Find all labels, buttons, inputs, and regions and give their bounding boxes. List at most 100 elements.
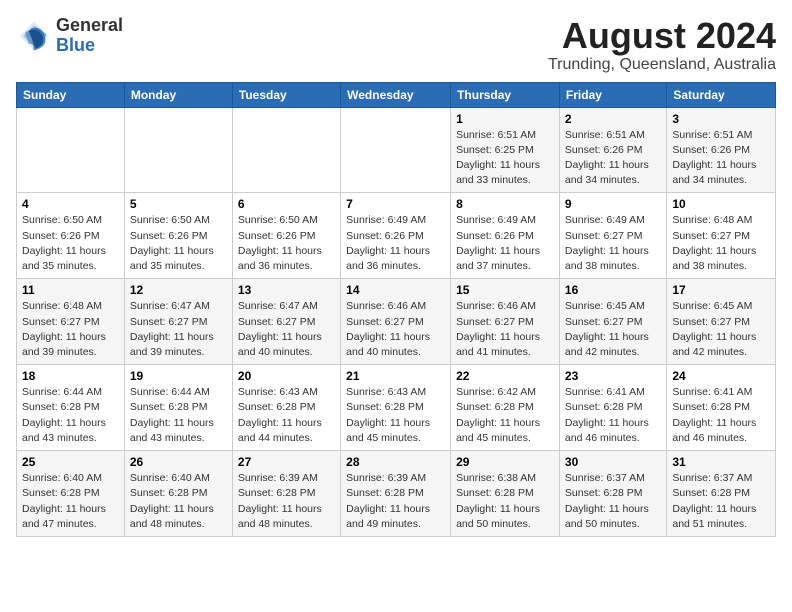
day-number: 7	[346, 197, 445, 211]
day-number: 27	[238, 455, 335, 469]
day-info: Sunrise: 6:51 AM Sunset: 6:26 PM Dayligh…	[565, 128, 661, 189]
calendar-table: SundayMondayTuesdayWednesdayThursdayFrid…	[16, 82, 776, 537]
day-number: 2	[565, 112, 661, 126]
day-info: Sunrise: 6:40 AM Sunset: 6:28 PM Dayligh…	[22, 471, 119, 532]
calendar-cell: 23Sunrise: 6:41 AM Sunset: 6:28 PM Dayli…	[559, 365, 666, 451]
calendar-cell: 12Sunrise: 6:47 AM Sunset: 6:27 PM Dayli…	[124, 279, 232, 365]
calendar-cell: 9 Sunrise: 6:49 AM Sunset: 6:27 PM Daylig…	[559, 193, 666, 279]
day-info: Sunrise: 6:51 AM Sunset: 6:25 PM Dayligh…	[456, 128, 554, 189]
weekday-header-monday: Monday	[124, 82, 232, 107]
day-info: Sunrise: 6:49 AM Sunset: 6:27 PM Dayligh…	[565, 213, 661, 274]
day-info: Sunrise: 6:50 AM Sunset: 6:26 PM Dayligh…	[22, 213, 119, 274]
day-number: 3	[672, 112, 770, 126]
day-info: Sunrise: 6:48 AM Sunset: 6:27 PM Dayligh…	[672, 213, 770, 274]
day-number: 26	[130, 455, 227, 469]
calendar-week-row: 25 Sunrise: 6:40 AM Sunset: 6:28 PM Dayli…	[17, 451, 776, 537]
weekday-header-saturday: Saturday	[667, 82, 776, 107]
calendar-cell: 29 Sunrise: 6:38 AM Sunset: 6:28 PM Dayli…	[451, 451, 560, 537]
calendar-cell	[17, 107, 125, 193]
day-number: 17	[672, 283, 770, 297]
calendar-week-row: 4Sunrise: 6:50 AM Sunset: 6:26 PM Daylig…	[17, 193, 776, 279]
day-number: 31	[672, 455, 770, 469]
logo-icon	[16, 18, 52, 54]
calendar-cell	[124, 107, 232, 193]
calendar-cell	[232, 107, 340, 193]
logo-blue: Blue	[56, 35, 95, 55]
day-number: 15	[456, 283, 554, 297]
day-number: 18	[22, 369, 119, 383]
weekday-header-tuesday: Tuesday	[232, 82, 340, 107]
calendar-week-row: 1 Sunrise: 6:51 AM Sunset: 6:25 PM Daylig…	[17, 107, 776, 193]
day-number: 8	[456, 197, 554, 211]
weekday-header-wednesday: Wednesday	[341, 82, 451, 107]
page-header: General Blue August 2024 Trunding, Queen…	[16, 16, 776, 74]
weekday-header-thursday: Thursday	[451, 82, 560, 107]
day-number: 24	[672, 369, 770, 383]
day-number: 9	[565, 197, 661, 211]
calendar-cell: 2 Sunrise: 6:51 AM Sunset: 6:26 PM Daylig…	[559, 107, 666, 193]
day-info: Sunrise: 6:39 AM Sunset: 6:28 PM Dayligh…	[238, 471, 335, 532]
calendar-cell: 6Sunrise: 6:50 AM Sunset: 6:26 PM Daylig…	[232, 193, 340, 279]
day-number: 14	[346, 283, 445, 297]
day-info: Sunrise: 6:42 AM Sunset: 6:28 PM Dayligh…	[456, 385, 554, 446]
calendar-cell: 4Sunrise: 6:50 AM Sunset: 6:26 PM Daylig…	[17, 193, 125, 279]
title-block: August 2024 Trunding, Queensland, Austra…	[548, 16, 776, 74]
day-info: Sunrise: 6:41 AM Sunset: 6:28 PM Dayligh…	[565, 385, 661, 446]
day-info: Sunrise: 6:50 AM Sunset: 6:26 PM Dayligh…	[130, 213, 227, 274]
day-info: Sunrise: 6:49 AM Sunset: 6:26 PM Dayligh…	[456, 213, 554, 274]
day-info: Sunrise: 6:45 AM Sunset: 6:27 PM Dayligh…	[565, 299, 661, 360]
calendar-cell: 27 Sunrise: 6:39 AM Sunset: 6:28 PM Dayli…	[232, 451, 340, 537]
calendar-cell: 5 Sunrise: 6:50 AM Sunset: 6:26 PM Daylig…	[124, 193, 232, 279]
calendar-cell: 14 Sunrise: 6:46 AM Sunset: 6:27 PM Dayli…	[341, 279, 451, 365]
calendar-cell: 25 Sunrise: 6:40 AM Sunset: 6:28 PM Dayli…	[17, 451, 125, 537]
day-number: 5	[130, 197, 227, 211]
month-title: August 2024	[548, 16, 776, 56]
calendar-week-row: 11Sunrise: 6:48 AM Sunset: 6:27 PM Dayli…	[17, 279, 776, 365]
calendar-cell: 30 Sunrise: 6:37 AM Sunset: 6:28 PM Dayli…	[559, 451, 666, 537]
day-number: 10	[672, 197, 770, 211]
day-number: 19	[130, 369, 227, 383]
day-info: Sunrise: 6:49 AM Sunset: 6:26 PM Dayligh…	[346, 213, 445, 274]
day-number: 29	[456, 455, 554, 469]
day-number: 1	[456, 112, 554, 126]
day-number: 13	[238, 283, 335, 297]
day-info: Sunrise: 6:51 AM Sunset: 6:26 PM Dayligh…	[672, 128, 770, 189]
day-number: 21	[346, 369, 445, 383]
day-info: Sunrise: 6:46 AM Sunset: 6:27 PM Dayligh…	[346, 299, 445, 360]
day-number: 16	[565, 283, 661, 297]
day-number: 20	[238, 369, 335, 383]
logo: General Blue	[16, 16, 123, 56]
day-number: 6	[238, 197, 335, 211]
day-info: Sunrise: 6:47 AM Sunset: 6:27 PM Dayligh…	[130, 299, 227, 360]
day-number: 25	[22, 455, 119, 469]
calendar-cell: 19Sunrise: 6:44 AM Sunset: 6:28 PM Dayli…	[124, 365, 232, 451]
day-info: Sunrise: 6:41 AM Sunset: 6:28 PM Dayligh…	[672, 385, 770, 446]
weekday-header-row: SundayMondayTuesdayWednesdayThursdayFrid…	[17, 82, 776, 107]
calendar-week-row: 18 Sunrise: 6:44 AM Sunset: 6:28 PM Dayli…	[17, 365, 776, 451]
day-info: Sunrise: 6:48 AM Sunset: 6:27 PM Dayligh…	[22, 299, 119, 360]
calendar-cell: 24 Sunrise: 6:41 AM Sunset: 6:28 PM Dayli…	[667, 365, 776, 451]
day-number: 30	[565, 455, 661, 469]
calendar-cell: 17 Sunrise: 6:45 AM Sunset: 6:27 PM Dayli…	[667, 279, 776, 365]
day-info: Sunrise: 6:45 AM Sunset: 6:27 PM Dayligh…	[672, 299, 770, 360]
calendar-cell: 28 Sunrise: 6:39 AM Sunset: 6:28 PM Dayli…	[341, 451, 451, 537]
calendar-cell: 11Sunrise: 6:48 AM Sunset: 6:27 PM Dayli…	[17, 279, 125, 365]
day-info: Sunrise: 6:44 AM Sunset: 6:28 PM Dayligh…	[22, 385, 119, 446]
weekday-header-sunday: Sunday	[17, 82, 125, 107]
day-info: Sunrise: 6:37 AM Sunset: 6:28 PM Dayligh…	[672, 471, 770, 532]
day-info: Sunrise: 6:37 AM Sunset: 6:28 PM Dayligh…	[565, 471, 661, 532]
calendar-cell: 26 Sunrise: 6:40 AM Sunset: 6:28 PM Dayli…	[124, 451, 232, 537]
calendar-cell: 7 Sunrise: 6:49 AM Sunset: 6:26 PM Daylig…	[341, 193, 451, 279]
calendar-cell: 10 Sunrise: 6:48 AM Sunset: 6:27 PM Dayli…	[667, 193, 776, 279]
day-info: Sunrise: 6:39 AM Sunset: 6:28 PM Dayligh…	[346, 471, 445, 532]
calendar-cell: 16 Sunrise: 6:45 AM Sunset: 6:27 PM Dayli…	[559, 279, 666, 365]
calendar-cell: 13Sunrise: 6:47 AM Sunset: 6:27 PM Dayli…	[232, 279, 340, 365]
day-number: 28	[346, 455, 445, 469]
day-number: 22	[456, 369, 554, 383]
day-info: Sunrise: 6:40 AM Sunset: 6:28 PM Dayligh…	[130, 471, 227, 532]
calendar-cell: 21 Sunrise: 6:43 AM Sunset: 6:28 PM Dayli…	[341, 365, 451, 451]
day-info: Sunrise: 6:43 AM Sunset: 6:28 PM Dayligh…	[346, 385, 445, 446]
day-info: Sunrise: 6:38 AM Sunset: 6:28 PM Dayligh…	[456, 471, 554, 532]
logo-general: General	[56, 15, 123, 35]
calendar-cell: 20Sunrise: 6:43 AM Sunset: 6:28 PM Dayli…	[232, 365, 340, 451]
